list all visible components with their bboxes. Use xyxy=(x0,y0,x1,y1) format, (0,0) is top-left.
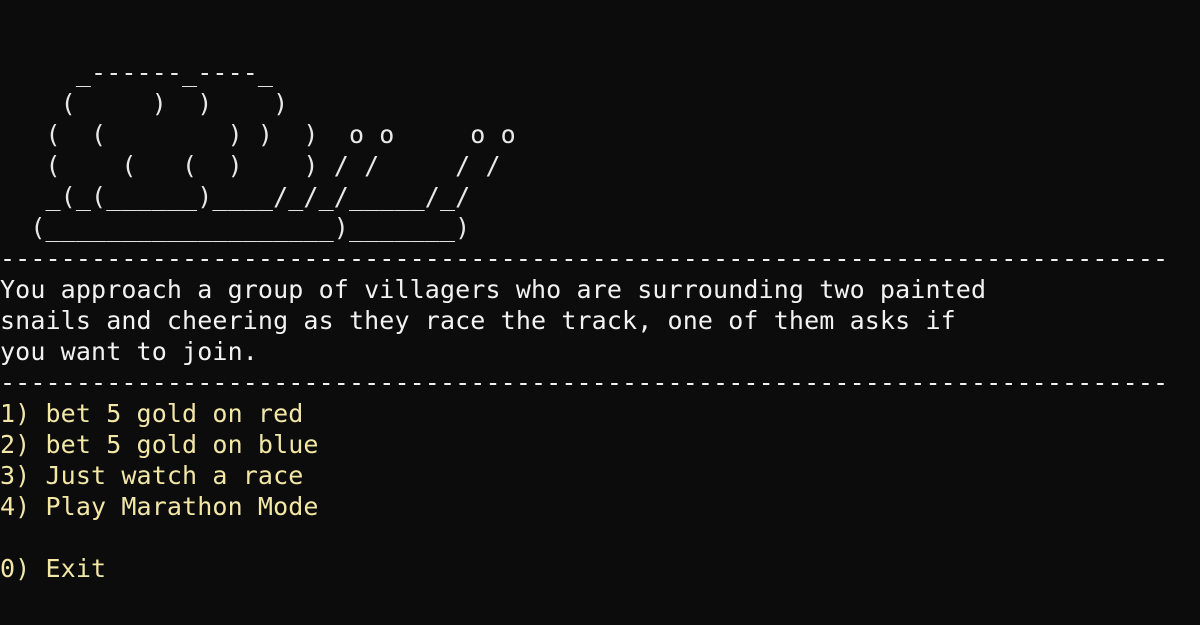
top-divider: ----------------------------------------… xyxy=(0,244,1170,273)
art-line: ( ) ) ) xyxy=(0,89,289,118)
narration-line: You approach a group of villagers who ar… xyxy=(0,275,987,304)
narration-line: snails and cheering as they race the tra… xyxy=(0,306,956,335)
menu-spacer xyxy=(0,522,1200,553)
art-line: (___________________)_______) xyxy=(0,213,471,242)
narration-line: you want to join. xyxy=(0,337,258,366)
art-line: _------_----_ xyxy=(0,58,274,87)
option-exit[interactable]: 0) Exit xyxy=(0,553,1200,584)
snail-ascii-art: _------_----_ ( ) ) ) ( ( ) ) ) o o o o … xyxy=(0,57,1200,243)
option-bet-blue[interactable]: 2) bet 5 gold on blue xyxy=(0,429,1200,460)
art-line: ( ( ) ) ) o o o o xyxy=(0,120,516,149)
option-marathon-mode[interactable]: 4) Play Marathon Mode xyxy=(0,491,1200,522)
narration-text: You approach a group of villagers who ar… xyxy=(0,274,1200,367)
art-line: ( ( ( ) ) / / / / xyxy=(0,151,501,180)
option-bet-red[interactable]: 1) bet 5 gold on red xyxy=(0,398,1200,429)
bottom-divider: ----------------------------------------… xyxy=(0,368,1170,397)
terminal-window: _------_----_ ( ) ) ) ( ( ) ) ) o o o o … xyxy=(0,57,1200,584)
options-menu: 1) bet 5 gold on red 2) bet 5 gold on bl… xyxy=(0,398,1200,584)
art-line: _(_(______)____/_/_/_____/_/ xyxy=(0,182,471,211)
option-watch-race[interactable]: 3) Just watch a race xyxy=(0,460,1200,491)
